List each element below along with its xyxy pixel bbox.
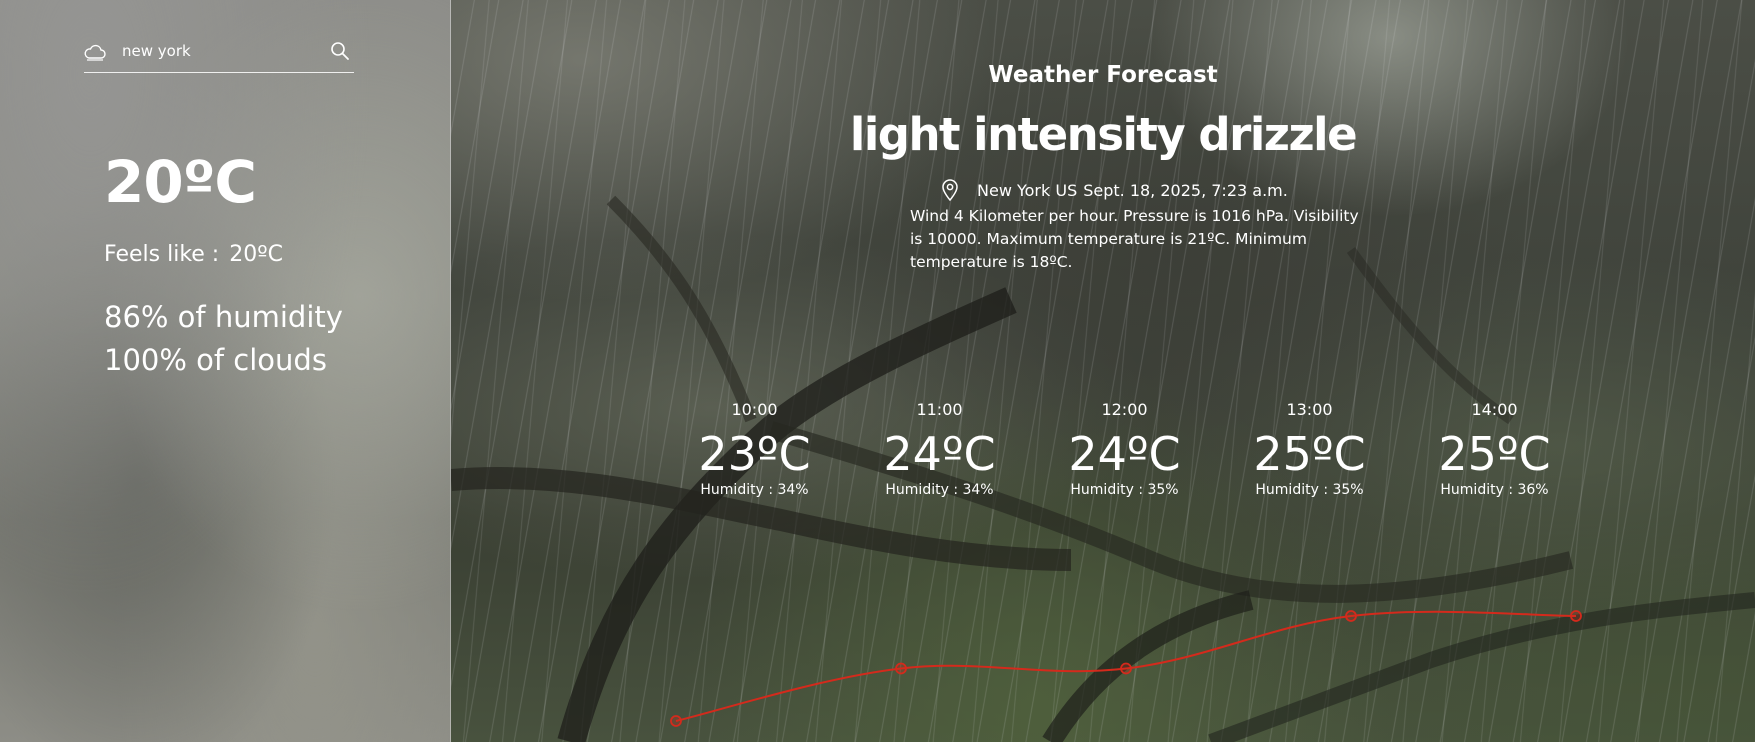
current-temperature: 20ºC <box>104 148 257 216</box>
forecast-panel: Weather Forecast light intensity drizzle… <box>451 0 1755 742</box>
trend-point-10:00 <box>670 715 682 727</box>
feels-like: Feels like : 20ºC <box>104 242 283 267</box>
feels-like-value: 20ºC <box>229 242 283 267</box>
sidebar: new york 20ºC Feels like : 20ºC 86% of hu… <box>0 0 451 742</box>
trend-point-11:00 <box>895 662 907 675</box>
feels-like-label: Feels like : <box>104 242 220 267</box>
trend-point-13:00 <box>1345 610 1357 622</box>
weather-app: new york 20ºC Feels like : 20ºC 86% of hu… <box>0 0 1755 742</box>
search-input[interactable]: new york <box>122 42 191 60</box>
temperature-trend-chart <box>670 610 1582 727</box>
cloud-icon <box>84 44 106 61</box>
search-icon[interactable] <box>330 41 350 61</box>
current-humidity: 86% of humidity <box>104 300 343 334</box>
trend-point-14:00 <box>1570 610 1582 622</box>
current-clouds: 100% of clouds <box>104 343 327 377</box>
trend-point-12:00 <box>1120 662 1132 675</box>
search-bar[interactable]: new york <box>84 36 354 73</box>
